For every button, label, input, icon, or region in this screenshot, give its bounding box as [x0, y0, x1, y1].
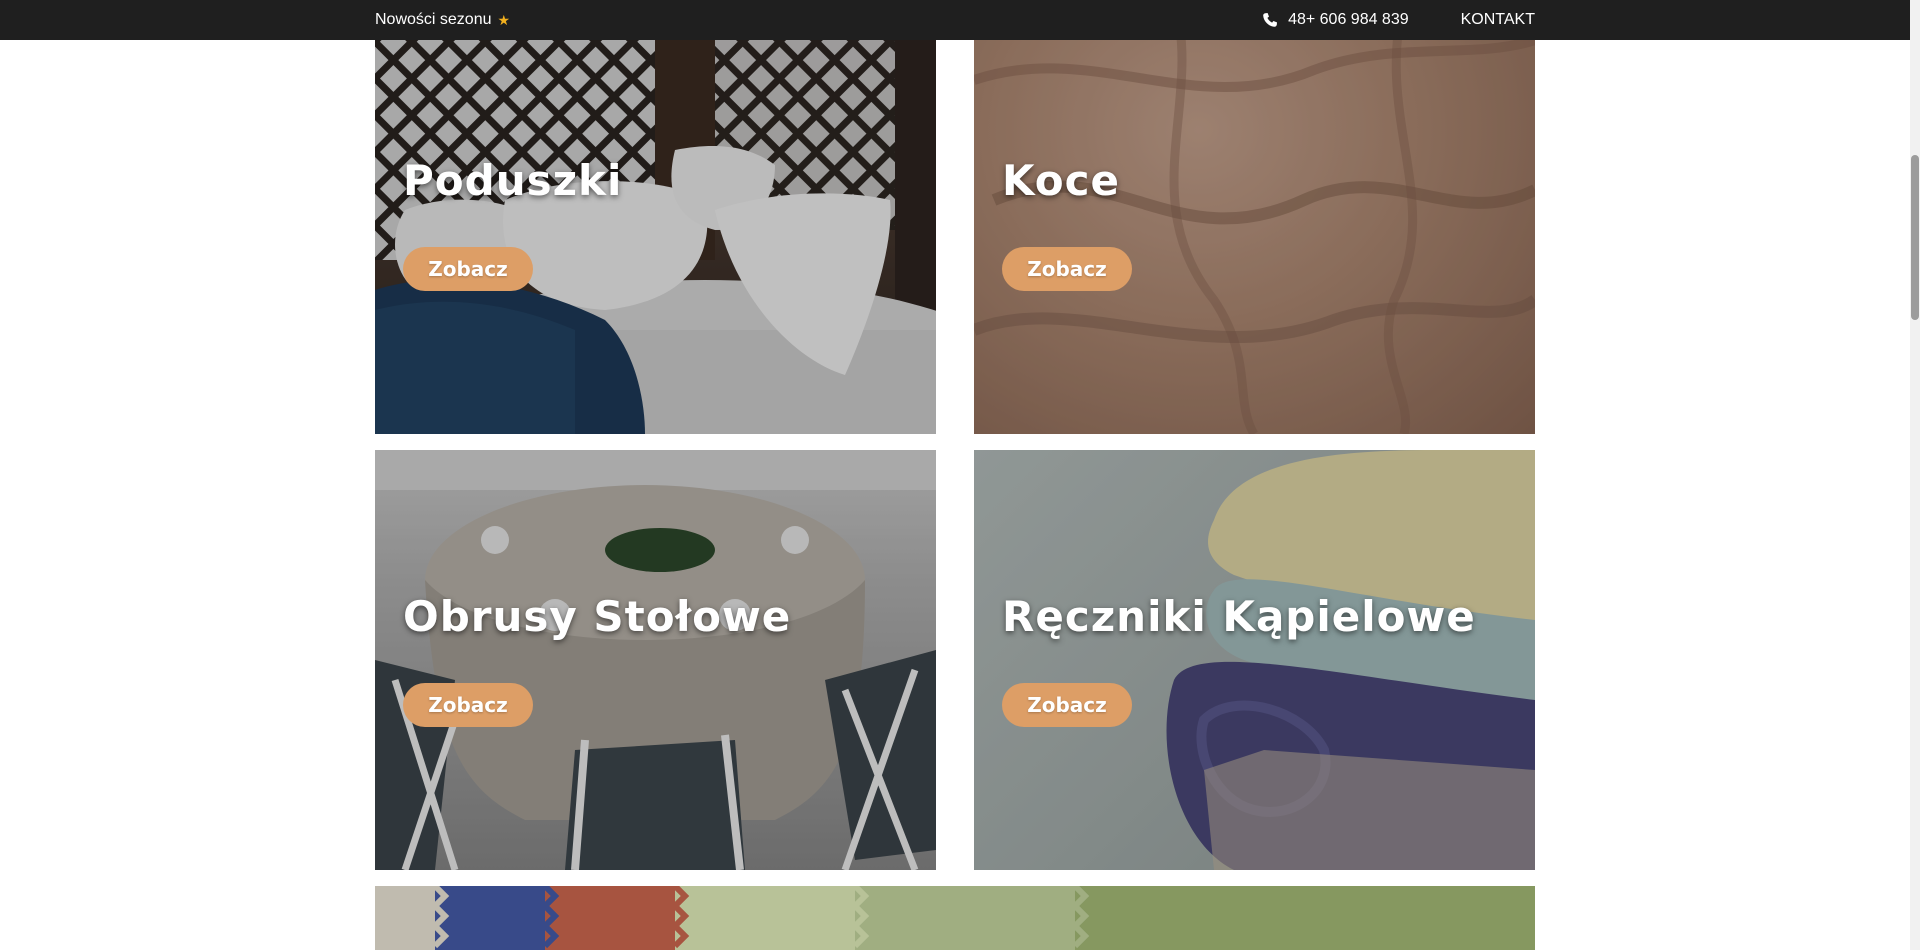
tile-overlay [375, 886, 1535, 950]
phone-icon [1262, 12, 1278, 28]
category-tile-obrusy-stolowe[interactable]: Obrusy Stołowe Zobacz [375, 450, 936, 870]
category-title: Poduszki [403, 156, 623, 205]
page-scrollbar[interactable] [1910, 0, 1920, 950]
scrollbar-thumb[interactable] [1911, 155, 1919, 320]
top-bar-links: 48+ 606 984 839 KONTAKT [1262, 11, 1535, 29]
top-bar: Nowości sezonu ★ 48+ 606 984 839 KONTAKT [0, 0, 1910, 40]
see-poduszki-button[interactable]: Zobacz [403, 247, 533, 291]
see-koce-button[interactable]: Zobacz [1002, 247, 1132, 291]
season-news-link[interactable]: Nowości sezonu ★ [375, 11, 510, 29]
category-tile-koce[interactable]: Koce Zobacz [974, 0, 1535, 434]
top-bar-content: Nowości sezonu ★ 48+ 606 984 839 KONTAKT [375, 0, 1535, 40]
tile-overlay [375, 450, 936, 870]
category-title: Ręczniki Kąpielowe [1002, 592, 1476, 641]
category-tile-poduszki[interactable]: Poduszki Zobacz [375, 0, 936, 434]
tile-overlay [974, 0, 1535, 434]
contact-link[interactable]: KONTAKT [1461, 11, 1535, 29]
star-icon: ★ [497, 11, 511, 28]
fabrics-banner[interactable] [375, 886, 1535, 950]
category-title: Koce [1002, 156, 1121, 205]
category-tile-reczniki-kapielowe[interactable]: Ręczniki Kąpielowe Zobacz [974, 450, 1535, 870]
phone-link[interactable]: 48+ 606 984 839 [1262, 11, 1409, 29]
category-title: Obrusy Stołowe [403, 592, 792, 641]
tile-overlay [375, 0, 936, 434]
season-news-label: Nowości sezonu [375, 11, 492, 28]
phone-number: 48+ 606 984 839 [1288, 11, 1409, 28]
tile-overlay [974, 450, 1535, 870]
see-obrusy-button[interactable]: Zobacz [403, 683, 533, 727]
see-reczniki-button[interactable]: Zobacz [1002, 683, 1132, 727]
